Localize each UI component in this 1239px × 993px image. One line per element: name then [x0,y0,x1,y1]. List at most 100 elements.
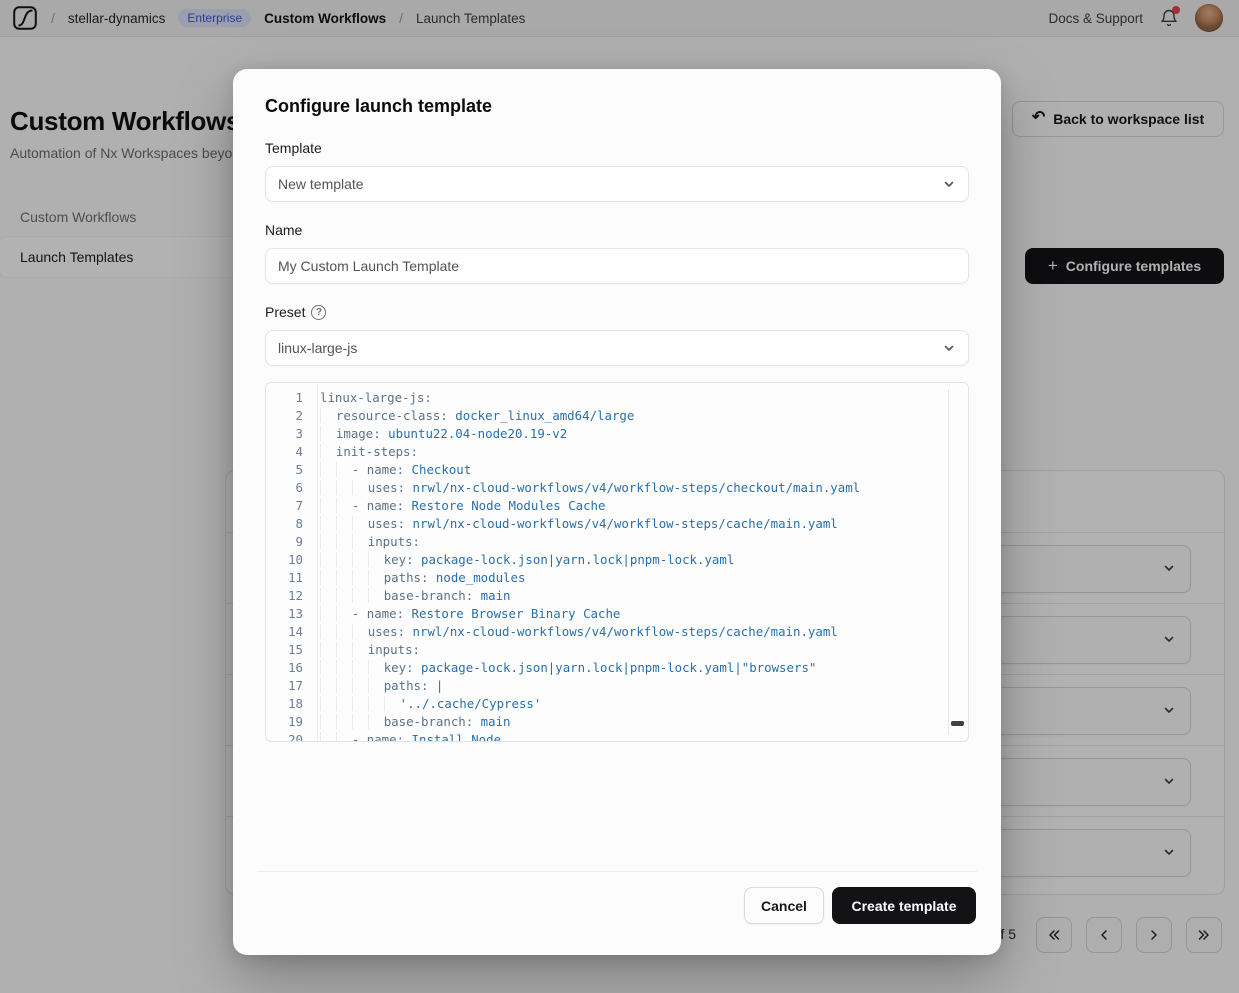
indent-guide [320,516,336,531]
app-screen: / stellar-dynamics Enterprise Custom Wor… [0,0,1239,993]
yaml-key: uses: [368,624,405,639]
template-label: Template [265,140,322,156]
line-number: 11 [266,569,317,587]
yaml-value: Checkout [404,462,471,477]
code-line: base-branch: main [320,713,968,731]
yaml-key: linux-large-js: [320,390,432,405]
yaml-value: nrwl/nx-cloud-workflows/v4/workflow-step… [405,624,838,639]
code-line: - name: Restore Browser Binary Cache [320,605,968,623]
yaml-key: base-branch: [384,588,474,603]
configure-launch-template-modal: Configure launch template Template New t… [233,69,1001,955]
code-line: paths: node_modules [320,569,968,587]
indent-guide [352,696,368,711]
preset-label-text: Preset [265,304,305,320]
create-template-button[interactable]: Create template [832,887,976,924]
indent-guide [320,660,336,675]
indent-guide [336,552,352,567]
indent-guide [320,606,336,621]
line-number: 5 [266,461,317,479]
indent-guide [352,642,368,657]
line-number: 4 [266,443,317,461]
indent-guide [352,624,368,639]
editor-code: linux-large-js: resource-class: docker_l… [318,383,968,741]
indent-guide [368,552,384,567]
indent-guide [336,480,352,495]
template-select[interactable]: New template [265,166,969,202]
yaml-value: package-lock.json|yarn.lock|pnpm-lock.ya… [414,660,817,675]
yaml-key: key: [384,660,414,675]
yaml-key: inputs: [368,642,420,657]
code-line: - name: Install Node [320,731,968,741]
yaml-value: package-lock.json|yarn.lock|pnpm-lock.ya… [414,552,735,567]
yaml-code-editor[interactable]: 1234567891011121314151617181920 linux-la… [265,382,969,742]
code-line: - name: Checkout [320,461,968,479]
yaml-value: | [428,678,443,693]
yaml-value: main [473,714,510,729]
yaml-value: nrwl/nx-cloud-workflows/v4/workflow-step… [405,480,860,495]
name-input-value: My Custom Launch Template [278,258,459,274]
yaml-key: init-steps: [336,444,418,459]
code-line: uses: nrwl/nx-cloud-workflows/v4/workflo… [320,515,968,533]
indent-guide [336,714,352,729]
indent-guide [336,696,352,711]
indent-guide [368,678,384,693]
preset-label: Preset ? [265,304,326,320]
indent-guide [352,534,368,549]
name-label-text: Name [265,222,302,238]
yaml-key: inputs: [368,534,420,549]
code-line: uses: nrwl/nx-cloud-workflows/v4/workflo… [320,479,968,497]
yaml-value: node_modules [428,570,525,585]
indent-guide [320,642,336,657]
line-number: 20 [266,731,317,742]
editor-gutter: 1234567891011121314151617181920 [266,383,318,741]
indent-guide [336,462,352,477]
line-number: 19 [266,713,317,731]
indent-guide [352,660,368,675]
indent-guide [336,588,352,603]
yaml-value: docker_linux_amd64/large [448,408,635,423]
indent-guide [320,588,336,603]
indent-guide [320,444,336,459]
line-number: 9 [266,533,317,551]
modal-footer-divider [257,871,977,872]
line-number: 12 [266,587,317,605]
yaml-value: ubuntu22.04-node20.19-v2 [381,426,568,441]
editor-scrollbar-thumb[interactable] [951,721,964,726]
code-line: linux-large-js: [320,389,968,407]
yaml-key: - name: [352,732,404,741]
indent-guide [384,696,400,711]
yaml-value: nrwl/nx-cloud-workflows/v4/workflow-step… [405,516,838,531]
indent-guide [352,678,368,693]
indent-guide [352,588,368,603]
code-line: resource-class: docker_linux_amd64/large [320,407,968,425]
code-line: - name: Restore Node Modules Cache [320,497,968,515]
line-number: 3 [266,425,317,443]
indent-guide [368,696,384,711]
chevron-down-icon [942,341,956,355]
line-number: 8 [266,515,317,533]
indent-guide [320,534,336,549]
cancel-button[interactable]: Cancel [744,887,824,924]
modal-footer: Cancel Create template [744,887,976,924]
preset-select[interactable]: linux-large-js [265,330,969,366]
name-input[interactable]: My Custom Launch Template [265,248,969,284]
code-line: '../.cache/Cypress' [320,695,968,713]
template-select-value: New template [278,176,364,192]
indent-guide [336,498,352,513]
line-number: 6 [266,479,317,497]
yaml-key: uses: [368,480,405,495]
indent-guide [336,570,352,585]
line-number: 18 [266,695,317,713]
indent-guide [368,570,384,585]
help-icon[interactable]: ? [311,305,326,320]
indent-guide [336,642,352,657]
code-line: paths: | [320,677,968,695]
modal-title: Configure launch template [265,96,492,117]
code-line: base-branch: main [320,587,968,605]
yaml-key: key: [384,552,414,567]
yaml-value: Restore Node Modules Cache [404,498,605,513]
indent-guide [320,678,336,693]
indent-guide [320,426,336,441]
name-label: Name [265,222,302,238]
indent-guide [320,498,336,513]
